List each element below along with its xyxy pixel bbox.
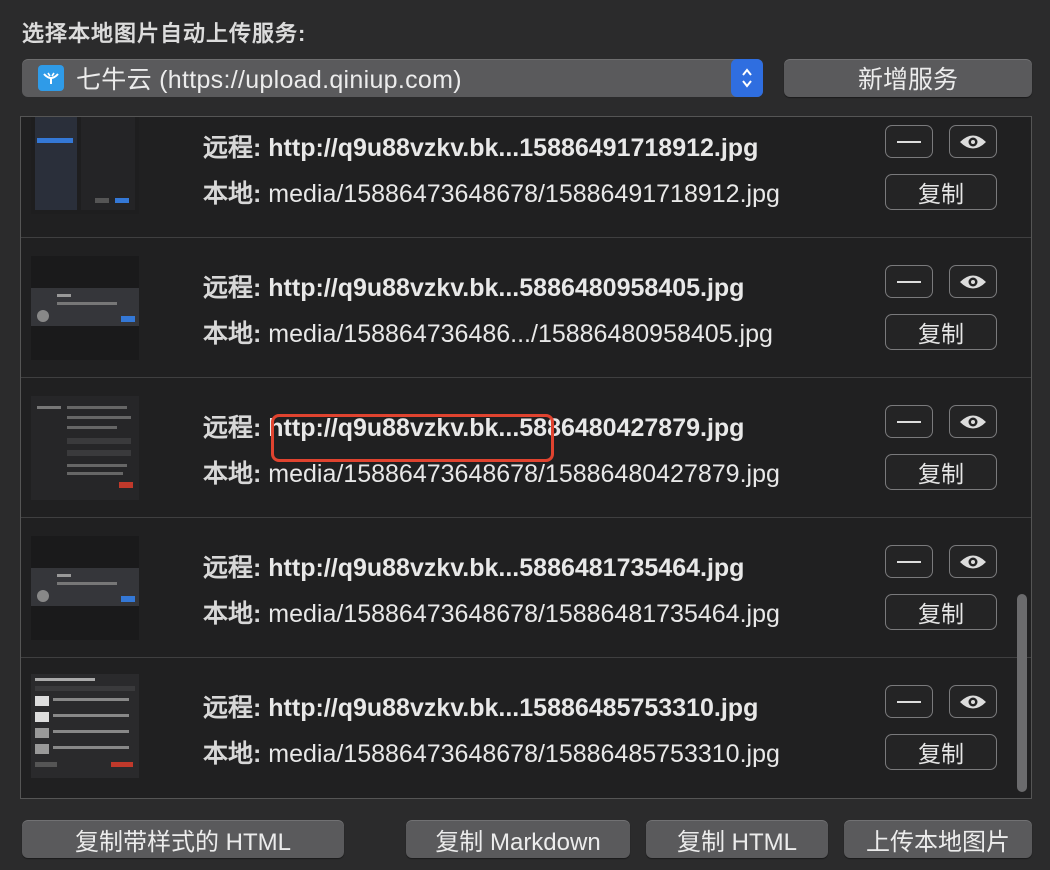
list-item: 远程: http://q9u88vzkv.bk...5886480427879.… — [21, 378, 1031, 518]
list-item: 远程: http://q9u88vzkv.bk...15886491718912… — [21, 117, 1031, 238]
local-path: 本地: media/15886473648678/15886491718912.… — [203, 180, 780, 208]
thumbnail — [31, 256, 139, 360]
preview-button[interactable] — [949, 685, 997, 718]
local-path: 本地: media/15886473648678/15886485753310.… — [203, 740, 780, 768]
remote-url: 远程: http://q9u88vzkv.bk...5886480958405.… — [203, 274, 745, 302]
remove-button[interactable] — [885, 545, 933, 578]
remove-button[interactable] — [885, 405, 933, 438]
preview-button[interactable] — [949, 545, 997, 578]
remote-url: 远程: http://q9u88vzkv.bk...15886485753310… — [203, 694, 759, 722]
service-select-value: 七牛云 (https://upload.qiniup.com) — [76, 66, 462, 94]
remove-button[interactable] — [885, 265, 933, 298]
thumbnail — [31, 674, 139, 778]
section-title: 选择本地图片自动上传服务: — [22, 21, 307, 46]
preview-button[interactable] — [949, 405, 997, 438]
remove-button[interactable] — [885, 125, 933, 158]
thumbnail — [31, 536, 139, 640]
copy-styled-html-button[interactable]: 复制带样式的 HTML — [22, 820, 344, 858]
qiniu-logo-icon — [38, 65, 64, 91]
thumbnail — [31, 396, 139, 500]
copy-button[interactable]: 复制 — [885, 734, 997, 770]
local-path: 本地: media/15886473648678/15886480427879.… — [203, 460, 780, 488]
local-path: 本地: media/158864736486.../15886480958405… — [203, 320, 773, 348]
select-stepper-icon[interactable] — [731, 59, 763, 97]
upload-local-image-button[interactable]: 上传本地图片 — [844, 820, 1032, 858]
thumbnail — [31, 117, 139, 214]
copy-button[interactable]: 复制 — [885, 174, 997, 210]
list-item: 远程: http://q9u88vzkv.bk...5886481735464.… — [21, 518, 1031, 658]
copy-button[interactable]: 复制 — [885, 314, 997, 350]
local-path: 本地: media/15886473648678/15886481735464.… — [203, 600, 780, 628]
preview-button[interactable] — [949, 265, 997, 298]
list-item: 远程: http://q9u88vzkv.bk...15886485753310… — [21, 658, 1031, 798]
service-select[interactable]: 七牛云 (https://upload.qiniup.com) — [22, 59, 763, 97]
copy-button[interactable]: 复制 — [885, 594, 997, 630]
add-service-button[interactable]: 新增服务 — [784, 59, 1032, 97]
copy-html-button[interactable]: 复制 HTML — [646, 820, 828, 858]
remote-url: 远程: http://q9u88vzkv.bk...5886481735464.… — [203, 554, 745, 582]
preview-button[interactable] — [949, 125, 997, 158]
remote-url: 远程: http://q9u88vzkv.bk...15886491718912… — [203, 134, 759, 162]
list-item: 远程: http://q9u88vzkv.bk...5886480958405.… — [21, 238, 1031, 378]
scrollbar[interactable] — [1017, 594, 1027, 792]
image-list[interactable]: 远程: http://q9u88vzkv.bk...15886491718912… — [20, 116, 1032, 799]
copy-markdown-button[interactable]: 复制 Markdown — [406, 820, 630, 858]
copy-button[interactable]: 复制 — [885, 454, 997, 490]
remove-button[interactable] — [885, 685, 933, 718]
